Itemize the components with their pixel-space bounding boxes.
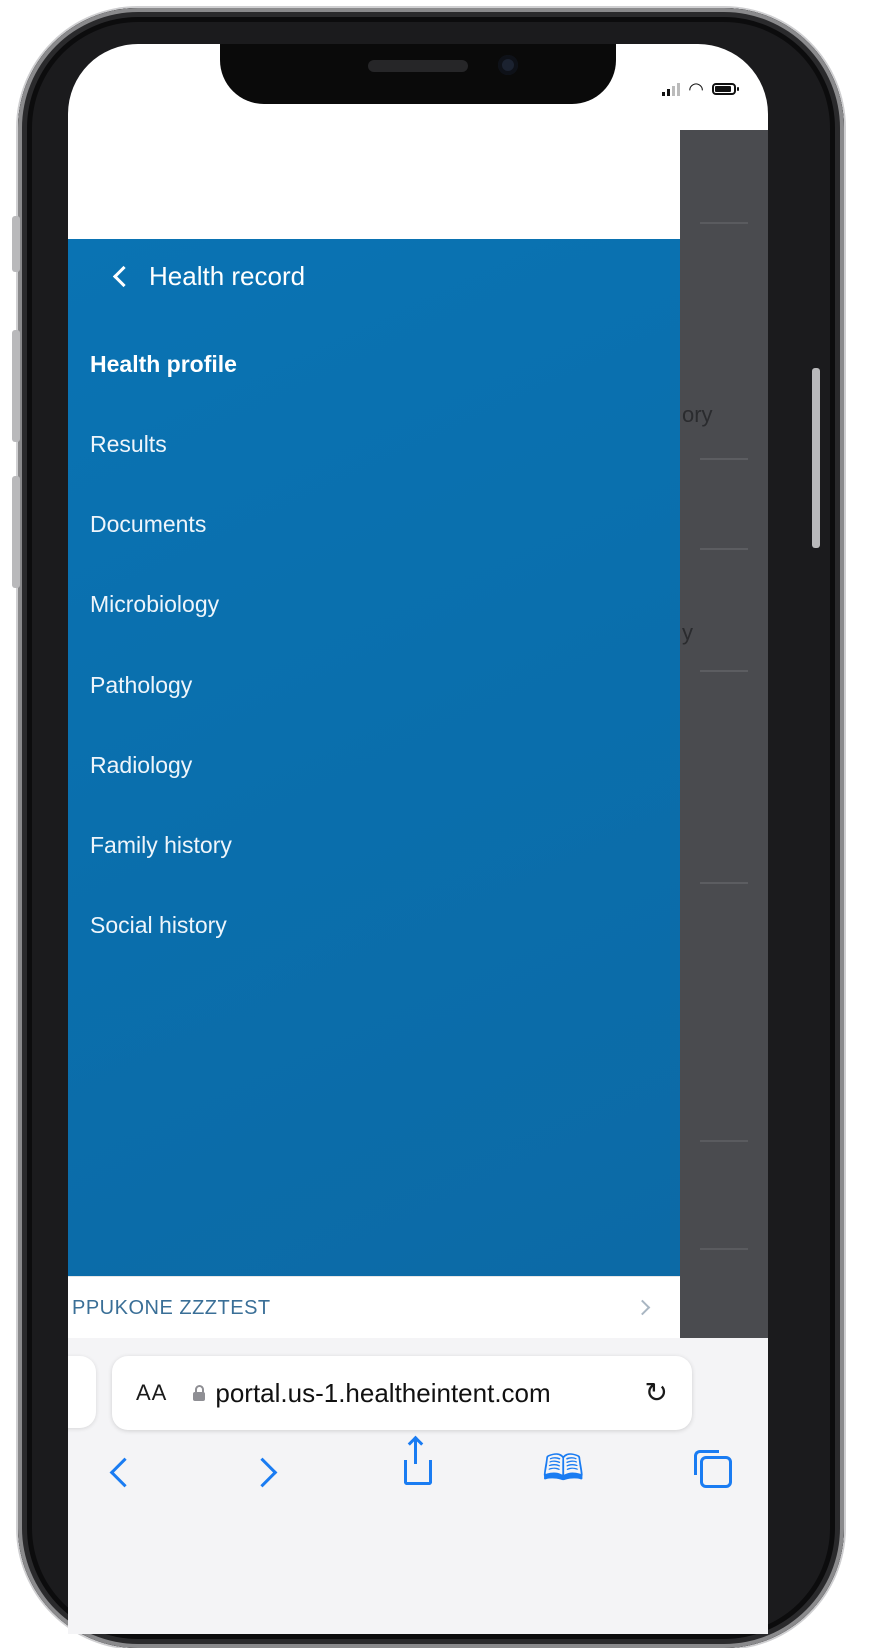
previous-tab-peek[interactable] (68, 1356, 96, 1428)
browser-chrome: AA portal.us-1.healtheintent.com ↻ 🕮 (68, 1338, 768, 1634)
menu-item-results[interactable]: Results (90, 431, 167, 458)
volume-down-button (12, 476, 20, 588)
chevron-right-icon (634, 1299, 651, 1316)
user-name: PPUKONE ZZZTEST (72, 1297, 271, 1319)
forward-icon[interactable] (247, 1457, 278, 1488)
volume-up-button (12, 330, 20, 442)
cellular-signal-icon (662, 82, 681, 96)
background-card (700, 670, 748, 884)
screen: ◠ ory y Health record Health profile Res… (68, 44, 768, 1634)
menu-item-documents[interactable]: Documents (90, 511, 206, 538)
menu-item-social-history[interactable]: Social history (90, 912, 227, 939)
tabs-icon[interactable] (694, 1448, 732, 1488)
speaker (368, 60, 468, 72)
battery-icon (712, 83, 739, 95)
power-button (812, 368, 820, 548)
bookmarks-icon[interactable]: 🕮 (542, 1450, 584, 1486)
address-bar[interactable]: AA portal.us-1.healtheintent.com ↻ (112, 1356, 692, 1430)
divider (700, 1248, 748, 1250)
share-icon[interactable] (404, 1438, 432, 1485)
user-switcher-row[interactable]: PPUKONE ZZZTEST (68, 1276, 680, 1339)
back-to-health-record-link[interactable]: Health record (110, 261, 305, 292)
background-text-fragment: ory (682, 402, 713, 427)
background-text-fragment: y (682, 620, 693, 645)
back-link-label: Health record (149, 261, 306, 291)
menu-item-microbiology[interactable]: Microbiology (90, 591, 219, 618)
browser-toolbar: 🕮 (68, 1438, 768, 1506)
navigation-drawer: Health record Health profile Results Doc… (68, 239, 680, 1276)
background-page-overlay[interactable] (680, 130, 768, 1340)
menu-item-health-profile[interactable]: Health profile (90, 351, 237, 378)
background-card (700, 458, 748, 550)
notch (220, 44, 616, 104)
lock-icon (193, 1384, 206, 1401)
menu-item-pathology[interactable]: Pathology (90, 672, 192, 699)
reload-icon[interactable]: ↻ (645, 1379, 668, 1407)
status-bar: ◠ (662, 79, 739, 99)
menu-item-family-history[interactable]: Family history (90, 832, 232, 859)
chevron-left-icon (112, 265, 135, 288)
mute-switch (12, 216, 20, 272)
url-text[interactable]: portal.us-1.healtheintent.com (215, 1378, 550, 1409)
divider (700, 1140, 748, 1142)
text-size-button[interactable]: AA (136, 1380, 167, 1406)
menu-item-radiology[interactable]: Radiology (90, 752, 192, 779)
back-icon[interactable] (109, 1457, 140, 1488)
divider (700, 222, 748, 224)
wifi-icon: ◠ (688, 79, 704, 99)
front-camera (498, 55, 518, 75)
